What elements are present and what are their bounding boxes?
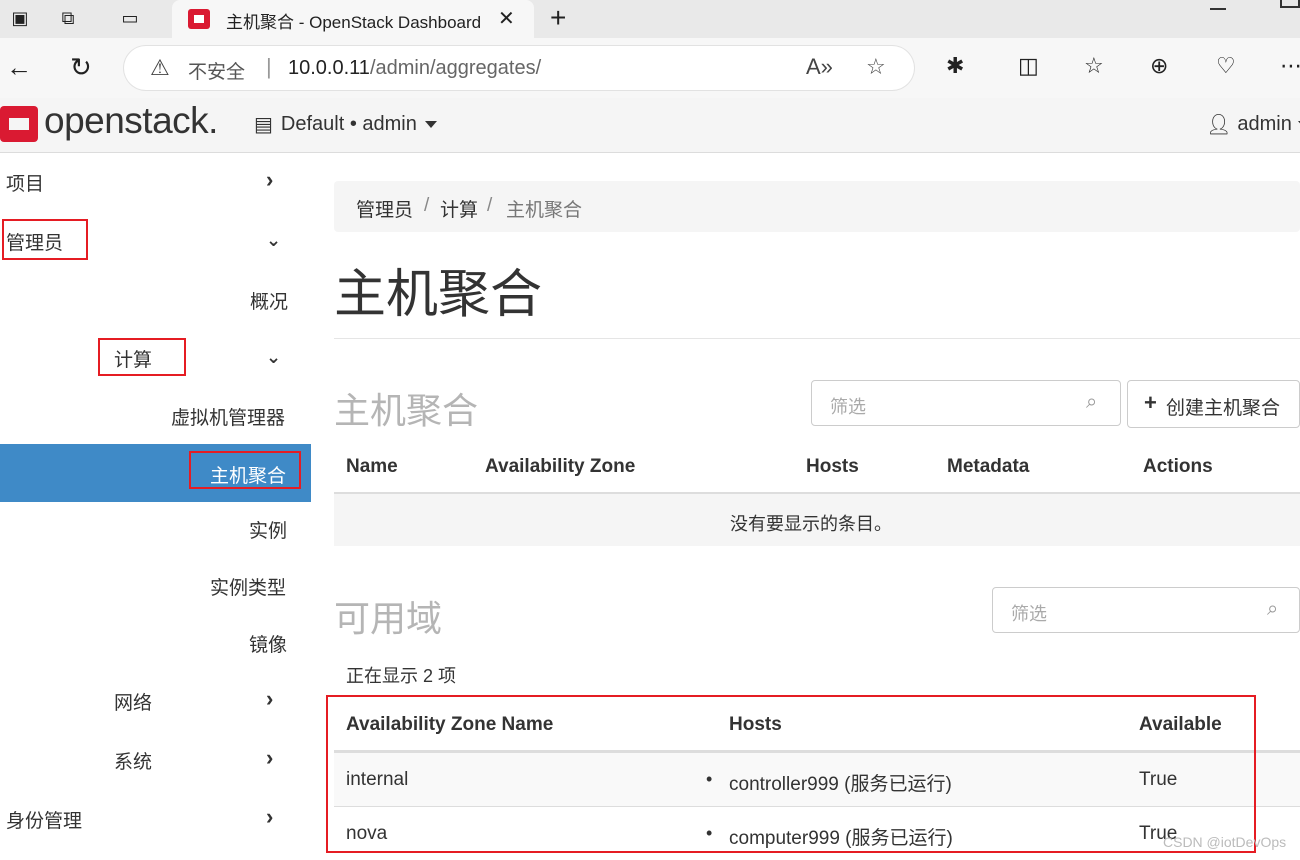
page-title: 主机聚合 xyxy=(334,266,543,324)
sidebar-item-images[interactable]: 镜像 xyxy=(0,614,311,670)
search-icon[interactable]: ⌕ xyxy=(1267,598,1278,621)
chevron-right-icon: › xyxy=(266,686,274,711)
url-path: /admin/aggregates/ xyxy=(369,57,542,79)
project-selector[interactable]: ▤ Default • admin xyxy=(254,112,437,137)
sidebar-item-project[interactable]: 项目 › xyxy=(0,153,311,209)
profile-icon[interactable]: ▣ xyxy=(8,6,32,30)
breadcrumb: 管理员 / 计算 / 主机聚合 xyxy=(334,181,1300,232)
highlight-box-compute xyxy=(98,338,186,376)
openstack-logo-text[interactable]: openstack. xyxy=(44,100,218,142)
favorite-star-icon[interactable]: ☆ xyxy=(866,54,886,80)
browser-tab-active[interactable]: 主机聚合 - OpenStack Dashboard ✕ xyxy=(172,0,534,38)
chevron-down-icon: ⌄ xyxy=(266,230,282,250)
split-screen-icon[interactable]: ◫ xyxy=(1018,53,1039,79)
maximize-icon[interactable] xyxy=(1280,0,1300,8)
back-icon[interactable]: ← xyxy=(6,52,32,83)
create-aggregate-button[interactable]: + 创建主机聚合 xyxy=(1127,380,1300,428)
sidebar-item-label: 镜像 xyxy=(249,635,288,656)
refresh-icon[interactable]: ↻ xyxy=(70,52,92,83)
minimize-icon[interactable] xyxy=(1210,0,1226,10)
openstack-favicon-icon xyxy=(188,9,210,29)
breadcrumb-item-compute[interactable]: 计算 xyxy=(440,195,478,222)
chevron-down-icon: ⌄ xyxy=(266,347,282,367)
close-tab-icon[interactable]: ✕ xyxy=(498,6,515,31)
chevron-right-icon: › xyxy=(266,804,274,829)
read-aloud-icon[interactable]: A» xyxy=(806,54,833,80)
favorites-icon[interactable]: ☆ xyxy=(1084,53,1104,79)
breadcrumb-item-current: 主机聚合 xyxy=(506,200,583,221)
filter-placeholder: 筛选 xyxy=(830,397,866,417)
sidebar-item-label: 实例 xyxy=(249,521,288,542)
browser-toolbar: ← ↻ ⚠ 不安全 | 10.0.0.11/admin/aggregates/ … xyxy=(0,38,1300,98)
sidebar-item-label: 概况 xyxy=(250,292,289,313)
user-icon: 👤︎ xyxy=(1206,114,1232,136)
sidebar-item-label: 虚拟机管理器 xyxy=(171,408,286,429)
warning-icon[interactable]: ⚠ xyxy=(150,55,170,81)
sidebar-item-label: 身份管理 xyxy=(6,811,83,832)
column-header-name[interactable]: Name xyxy=(346,456,398,478)
tab-title: 主机聚合 - OpenStack Dashboard xyxy=(226,13,482,32)
new-tab-button[interactable]: + xyxy=(550,2,566,34)
create-aggregate-label: 创建主机聚合 xyxy=(1166,398,1281,419)
more-options-icon[interactable]: ⋯ xyxy=(1280,53,1300,79)
caret-down-icon xyxy=(424,121,437,128)
sidebar-item-label: 系统 xyxy=(114,752,153,773)
empty-table-row: 没有要显示的条目。 xyxy=(334,494,1300,546)
tab-actions-icon[interactable]: ▭ xyxy=(118,6,142,30)
user-label: admin xyxy=(1237,113,1292,135)
sidebar-item-label: 实例类型 xyxy=(210,578,287,599)
sidebar-item-label: 网络 xyxy=(114,693,153,714)
breadcrumb-item-admin[interactable]: 管理员 xyxy=(356,195,413,222)
breadcrumb-separator: / xyxy=(487,195,493,216)
sidebar-item-overview[interactable]: 概况 xyxy=(0,271,311,327)
openstack-logo-icon[interactable] xyxy=(0,106,38,142)
sidebar-item-hypervisors[interactable]: 虚拟机管理器 xyxy=(0,387,311,443)
sidebar-item-flavors[interactable]: 实例类型 xyxy=(0,557,311,613)
column-header-availability-zone[interactable]: Availability Zone xyxy=(485,456,635,478)
empty-message: 没有要显示的条目。 xyxy=(730,514,892,534)
browser-tab-strip: ▣ ⧉ ▭ 主机聚合 - OpenStack Dashboard ✕ + xyxy=(0,0,1300,38)
sidebar-item-system[interactable]: 系统 › xyxy=(0,731,311,787)
url-separator: | xyxy=(266,54,272,79)
browser-essentials-icon[interactable]: ♡ xyxy=(1216,53,1236,79)
column-header-hosts[interactable]: Hosts xyxy=(806,456,859,478)
url-text[interactable]: 10.0.0.11/admin/aggregates/ xyxy=(288,57,541,80)
sidebar: 项目 › 管理员 ⌄ 概况 计算 ⌄ 虚拟机管理器 主机聚合 实例 实例类型 镜… xyxy=(0,153,311,860)
aggregates-filter-input[interactable]: 筛选 ⌕ xyxy=(811,380,1121,426)
breadcrumb-separator: / xyxy=(424,195,430,216)
title-divider xyxy=(334,338,1300,339)
sidebar-item-network[interactable]: 网络 › xyxy=(0,672,311,728)
url-host: 10.0.0.11 xyxy=(288,57,370,79)
highlight-box-admin xyxy=(2,219,88,260)
zones-section-title: 可用域 xyxy=(334,598,443,639)
aggregates-section-title: 主机聚合 xyxy=(334,390,479,431)
search-icon[interactable]: ⌕ xyxy=(1086,391,1097,414)
user-menu[interactable]: 👤︎ admin xyxy=(1206,112,1300,137)
chevron-right-icon: › xyxy=(266,167,274,192)
plus-icon: + xyxy=(1144,390,1157,415)
highlight-box-zones-table xyxy=(326,695,1256,853)
security-label[interactable]: 不安全 xyxy=(188,57,245,84)
collections-icon[interactable]: ⊕ xyxy=(1150,53,1168,79)
highlight-box-host-aggregates xyxy=(189,451,301,489)
sidebar-item-instances[interactable]: 实例 xyxy=(0,500,311,556)
chevron-right-icon: › xyxy=(266,745,274,770)
zones-filter-input[interactable]: 筛选 ⌕ xyxy=(992,587,1300,633)
filter-placeholder: 筛选 xyxy=(1011,604,1047,624)
project-list-icon: ▤ xyxy=(254,114,273,136)
address-bar[interactable]: ⚠ 不安全 | 10.0.0.11/admin/aggregates/ A» ☆ xyxy=(124,46,914,90)
watermark: CSDN @iotDevOps xyxy=(1163,834,1287,850)
sidebar-item-identity[interactable]: 身份管理 › xyxy=(0,790,311,846)
extensions-icon[interactable]: ✱ xyxy=(946,53,964,79)
column-header-actions: Actions xyxy=(1143,456,1213,477)
sidebar-item-label: 项目 xyxy=(6,174,45,195)
workspaces-icon[interactable]: ⧉ xyxy=(56,6,80,30)
item-count: 正在显示 2 项 xyxy=(346,666,457,686)
project-label: Default • admin xyxy=(280,113,417,135)
openstack-header: openstack. ▤ Default • admin 👤︎ admin xyxy=(0,98,1300,153)
column-header-metadata[interactable]: Metadata xyxy=(947,456,1029,478)
